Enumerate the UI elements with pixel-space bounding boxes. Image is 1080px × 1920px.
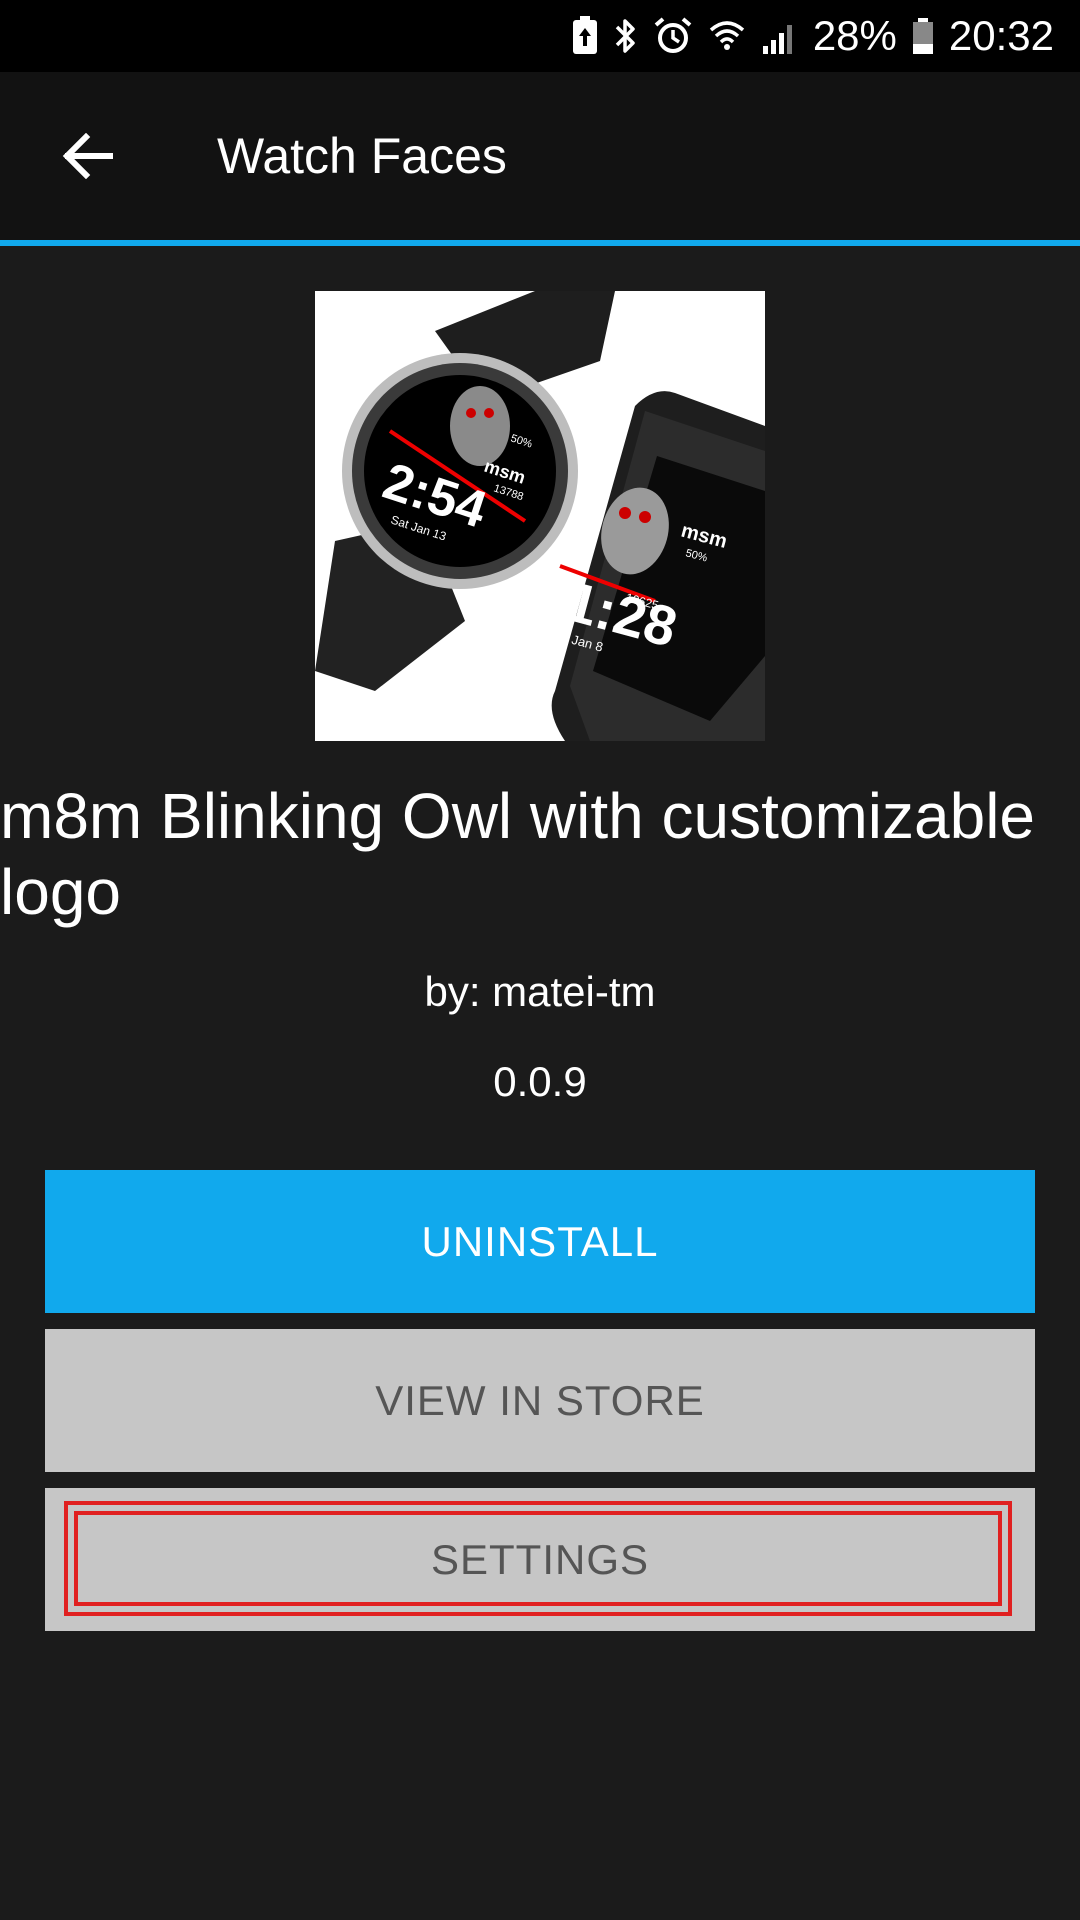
battery-percent: 28% xyxy=(812,12,897,59)
battery-icon xyxy=(911,16,935,56)
clock-time: 20:32 xyxy=(948,12,1054,59)
watch-face-title: m8m Blinking Owl with customizable logo xyxy=(0,780,1035,928)
status-bar: 28% 20:32 xyxy=(0,0,1080,72)
uninstall-button[interactable]: UNINSTALL xyxy=(45,1170,1035,1313)
view-in-store-button[interactable]: VIEW IN STORE xyxy=(45,1329,1035,1472)
status-icons: 28% 20:32 xyxy=(571,0,1054,72)
version-label: 0.0.9 xyxy=(493,1058,587,1105)
back-arrow-icon xyxy=(62,133,113,179)
author-label: by: matei-tm xyxy=(424,968,656,1015)
battery-saver-icon xyxy=(571,16,599,56)
settings-button-label: SETTINGS xyxy=(430,1535,650,1583)
toolbar-accent-line xyxy=(0,240,1080,246)
alarm-icon xyxy=(653,16,693,56)
signal-icon xyxy=(761,16,799,56)
app-toolbar: Watch Faces xyxy=(0,72,1080,240)
page-title: Watch Faces xyxy=(217,128,507,184)
bluetooth-icon xyxy=(613,16,639,56)
watch-face-preview-image: 2:54 Sat Jan 13 msm 13788 50% 11:28 Mon … xyxy=(315,291,765,741)
wifi-icon xyxy=(707,16,747,56)
settings-button[interactable]: SETTINGS xyxy=(45,1488,1035,1631)
back-button[interactable] xyxy=(48,116,128,196)
